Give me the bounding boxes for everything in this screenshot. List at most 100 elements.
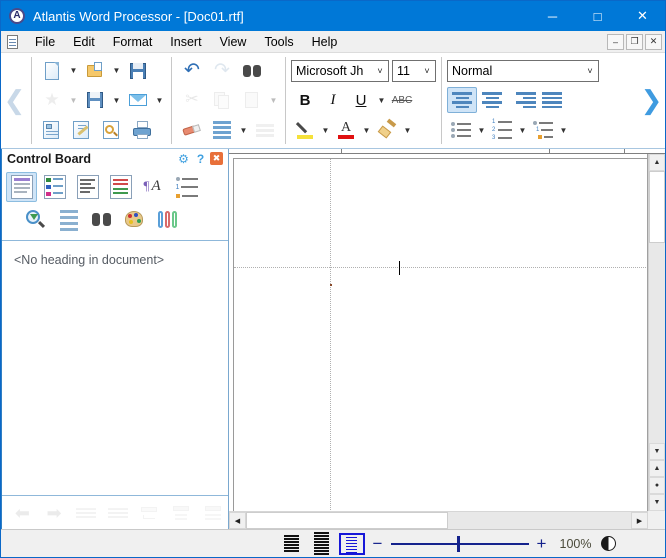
- tab-search-view[interactable]: [20, 205, 51, 235]
- font-size-combobox[interactable]: 11 ˅: [392, 60, 436, 82]
- tab-document-map[interactable]: [72, 172, 103, 202]
- zoom-slider-handle[interactable]: [457, 536, 460, 552]
- menu-help[interactable]: Help: [303, 33, 347, 51]
- scroll-right-button[interactable]: ▶: [631, 512, 648, 529]
- zoom-level-label[interactable]: 100%: [555, 537, 597, 551]
- print-button[interactable]: [127, 117, 157, 144]
- new-document-dropdown-icon[interactable]: ▼: [67, 57, 80, 84]
- maximize-button[interactable]: □: [575, 1, 620, 31]
- bullet-list-button[interactable]: [447, 117, 475, 143]
- tab-spelling-view[interactable]: [105, 172, 136, 202]
- align-left-button[interactable]: [447, 87, 477, 113]
- multilevel-list-dropdown-icon[interactable]: ▼: [557, 117, 570, 144]
- paragraph-formatting-button[interactable]: [207, 117, 237, 144]
- underline-dropdown-icon[interactable]: ▼: [375, 87, 388, 114]
- open-document-button[interactable]: [80, 57, 110, 84]
- document-icon[interactable]: [5, 34, 21, 50]
- find-button[interactable]: [237, 57, 267, 84]
- help-icon[interactable]: ?: [193, 152, 208, 166]
- tab-styles-view[interactable]: [39, 172, 70, 202]
- zoom-out-button[interactable]: −: [369, 535, 387, 552]
- italic-button[interactable]: I: [319, 87, 347, 113]
- document-page[interactable]: [233, 158, 648, 511]
- page-view-button[interactable]: [339, 533, 365, 555]
- menu-insert[interactable]: Insert: [161, 33, 210, 51]
- scroll-up-button[interactable]: ▲: [649, 154, 665, 171]
- menu-edit[interactable]: Edit: [64, 33, 104, 51]
- tab-attachments[interactable]: [152, 205, 183, 235]
- vertical-scroll-thumb[interactable]: [649, 171, 665, 243]
- menu-tools[interactable]: Tools: [255, 33, 302, 51]
- print-preview-button[interactable]: [97, 117, 127, 144]
- zoom-in-button[interactable]: +: [533, 535, 551, 552]
- bold-button[interactable]: B: [291, 87, 319, 113]
- format-painter-dropdown-icon[interactable]: ▼: [401, 117, 414, 144]
- chevron-down-icon[interactable]: ˅: [372, 66, 388, 76]
- tab-fonts-view[interactable]: ¶ A: [138, 172, 169, 202]
- horizontal-scroll-thumb[interactable]: [246, 512, 448, 529]
- chevron-down-icon[interactable]: ˅: [419, 66, 435, 76]
- vertical-scrollbar[interactable]: ▲ ▼ ▲ ● ▼: [648, 154, 665, 511]
- undo-button[interactable]: ↶: [177, 57, 207, 84]
- tab-color-palette[interactable]: [119, 205, 150, 235]
- vertical-scroll-track[interactable]: [649, 243, 665, 443]
- style-combobox[interactable]: Normal ˅: [447, 60, 599, 82]
- previous-page-button[interactable]: ▲: [649, 460, 665, 477]
- document-minimize-button[interactable]: –: [607, 34, 624, 50]
- minimize-button[interactable]: ─: [530, 1, 575, 31]
- open-document-dropdown-icon[interactable]: ▼: [110, 57, 123, 84]
- send-mail-dropdown-icon[interactable]: ▼: [153, 87, 166, 114]
- font-name-combobox[interactable]: Microsoft Jh ˅: [291, 60, 389, 82]
- strikethrough-button[interactable]: ABC: [388, 87, 416, 113]
- tab-find-view[interactable]: [86, 205, 117, 235]
- save-document-button[interactable]: [123, 57, 153, 84]
- zoom-slider[interactable]: [391, 543, 529, 545]
- bullet-list-dropdown-icon[interactable]: ▼: [475, 117, 488, 144]
- gear-icon[interactable]: ⚙: [176, 152, 191, 166]
- multilevel-list-button[interactable]: 1: [529, 117, 557, 143]
- normal-view-button[interactable]: [309, 533, 335, 555]
- toolbar-scroll-left-icon[interactable]: ❮: [1, 53, 28, 148]
- document-options-button[interactable]: [67, 117, 97, 144]
- next-page-button[interactable]: ▼: [649, 494, 665, 511]
- menu-file[interactable]: File: [26, 33, 64, 51]
- document-restore-button[interactable]: ❐: [626, 34, 643, 50]
- scroll-down-button[interactable]: ▼: [649, 443, 665, 460]
- format-painter-button[interactable]: [373, 117, 401, 143]
- scroll-left-button[interactable]: ◀: [229, 512, 246, 529]
- close-icon[interactable]: ✖: [210, 152, 223, 165]
- select-browse-object-button[interactable]: ●: [649, 477, 665, 494]
- draft-view-button[interactable]: [279, 533, 305, 555]
- numbered-list-button[interactable]: 1 2 3: [488, 117, 516, 143]
- chevron-down-icon[interactable]: ˅: [582, 66, 598, 76]
- page-setup-button[interactable]: [37, 117, 67, 144]
- contrast-icon[interactable]: [601, 536, 616, 551]
- align-center-button[interactable]: [477, 87, 507, 113]
- underline-button[interactable]: U: [347, 87, 375, 113]
- highlight-color-button[interactable]: [291, 117, 319, 143]
- tab-outline-numbering[interactable]: 1: [171, 172, 202, 202]
- horizontal-scroll-track[interactable]: [448, 512, 631, 529]
- tab-lines-view[interactable]: [53, 205, 84, 235]
- save-as-button[interactable]: [80, 87, 110, 114]
- menu-format[interactable]: Format: [104, 33, 162, 51]
- highlight-dropdown-icon[interactable]: ▼: [319, 117, 332, 144]
- align-right-button[interactable]: [507, 87, 537, 113]
- eraser-button[interactable]: [177, 117, 207, 144]
- close-button[interactable]: ✕: [620, 1, 665, 31]
- horizontal-scrollbar[interactable]: ◀ ▶: [229, 511, 648, 529]
- paragraph-dropdown-icon[interactable]: ▼: [237, 117, 250, 144]
- paste-dropdown-icon: ▼: [267, 87, 280, 114]
- font-color-button[interactable]: A: [332, 117, 360, 143]
- align-justify-button[interactable]: [537, 87, 567, 113]
- numbered-list-dropdown-icon[interactable]: ▼: [516, 117, 529, 144]
- toolbar-scroll-right-icon[interactable]: ❯: [638, 53, 665, 148]
- menu-view[interactable]: View: [211, 33, 256, 51]
- document-close-button[interactable]: ✕: [645, 34, 662, 50]
- send-mail-button[interactable]: [123, 87, 153, 114]
- new-document-button[interactable]: [37, 57, 67, 84]
- save-as-dropdown-icon[interactable]: ▼: [110, 87, 123, 114]
- font-color-dropdown-icon[interactable]: ▼: [360, 117, 373, 144]
- tab-headings-view[interactable]: [6, 172, 37, 202]
- document-canvas[interactable]: [229, 154, 648, 511]
